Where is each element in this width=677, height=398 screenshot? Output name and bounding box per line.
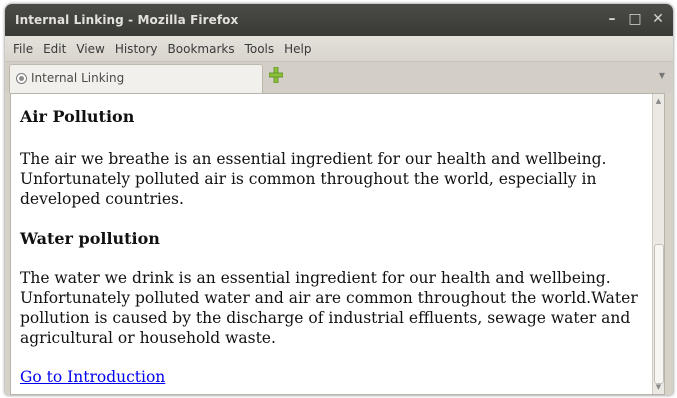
menu-view[interactable]: View — [71, 42, 109, 56]
menu-help[interactable]: Help — [279, 42, 316, 56]
scrollbar-thumb[interactable] — [654, 244, 664, 384]
menu-history[interactable]: History — [110, 42, 163, 56]
vertical-scrollbar[interactable]: ▲ ▼ — [652, 94, 664, 394]
heading-water-pollution: Water pollution — [20, 229, 160, 248]
scroll-up-arrow-icon[interactable]: ▲ — [655, 97, 662, 105]
minimize-button[interactable]: – — [605, 11, 619, 27]
window-controls: – □ ✕ — [605, 11, 665, 27]
menu-bookmarks[interactable]: Bookmarks — [163, 42, 240, 56]
title-bar[interactable]: Internal Linking - Mozilla Firefox – □ ✕ — [5, 4, 673, 36]
go-to-introduction-link[interactable]: Go to Introduction — [20, 368, 165, 386]
heading-air-pollution: Air Pollution — [20, 107, 135, 126]
menu-file[interactable]: File — [8, 42, 38, 56]
window-title: Internal Linking - Mozilla Firefox — [15, 13, 239, 27]
close-button[interactable]: ✕ — [651, 11, 665, 27]
maximize-button[interactable]: □ — [628, 11, 642, 27]
scroll-down-arrow-icon[interactable]: ▼ — [655, 383, 662, 391]
browser-window: Internal Linking - Mozilla Firefox – □ ✕… — [5, 4, 673, 395]
tab-label: Internal Linking — [31, 71, 125, 85]
page-icon — [16, 73, 27, 84]
menu-edit[interactable]: Edit — [38, 42, 71, 56]
paragraph-water-pollution: The water we drink is an essential ingre… — [20, 269, 638, 347]
tab-internal-linking[interactable]: Internal Linking — [9, 64, 263, 93]
puzzle-plus-icon — [269, 67, 283, 83]
page-content: Air Pollution The air we breathe is an e… — [10, 93, 665, 395]
tab-list-chevron-icon[interactable]: ▼ — [659, 71, 665, 80]
tab-bar: Internal Linking ▼ — [5, 61, 673, 93]
paragraph-air-pollution: The air we breathe is an essential ingre… — [20, 150, 607, 208]
new-tab-button[interactable] — [269, 67, 283, 83]
menu-bar: File Edit View History Bookmarks Tools H… — [5, 36, 673, 61]
menu-tools[interactable]: Tools — [240, 42, 280, 56]
